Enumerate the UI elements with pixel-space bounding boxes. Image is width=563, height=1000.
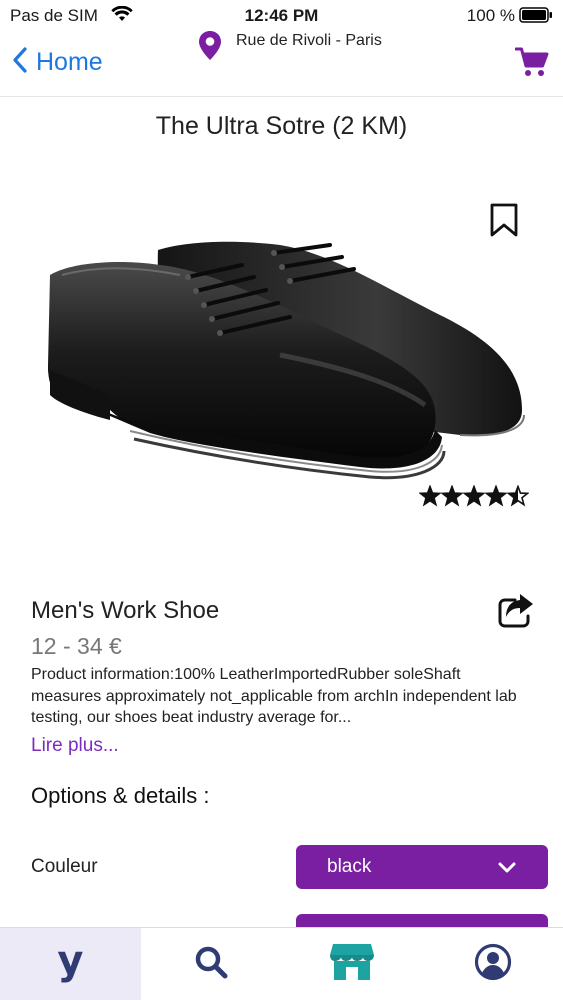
chevron-down-icon bbox=[498, 861, 516, 879]
store-icon bbox=[329, 942, 375, 987]
read-more-link[interactable]: Lire plus... bbox=[31, 735, 119, 757]
star-rating bbox=[419, 485, 529, 507]
battery-percentage: 100 % bbox=[466, 6, 515, 25]
bookmark-icon[interactable] bbox=[489, 203, 519, 242]
cart-icon[interactable] bbox=[514, 46, 549, 83]
back-button-label: Home bbox=[36, 48, 103, 76]
home-logo-icon: y bbox=[57, 938, 84, 984]
star-fill bbox=[442, 486, 462, 505]
tab-bar: y bbox=[0, 927, 563, 1000]
chevron-left-icon bbox=[12, 46, 28, 79]
search-icon bbox=[193, 944, 229, 985]
tab-search[interactable] bbox=[141, 928, 282, 1000]
star-fill bbox=[420, 486, 440, 505]
tab-home[interactable]: y bbox=[0, 928, 141, 1000]
color-label: Couleur bbox=[31, 856, 98, 877]
battery-icon bbox=[519, 7, 553, 28]
color-select-value: black bbox=[327, 856, 372, 877]
product-description: Product information:100% LeatherImported… bbox=[31, 666, 517, 726]
color-select[interactable]: black bbox=[296, 845, 548, 889]
options-title: Options & details : bbox=[31, 783, 210, 808]
location-selector[interactable]: Rue de Rivoli - Paris bbox=[198, 30, 382, 67]
star-fill bbox=[486, 486, 506, 505]
back-button[interactable]: Home bbox=[12, 46, 103, 79]
star-fill bbox=[464, 486, 484, 505]
status-bar: Pas de SIM 12:46 PM 100 % bbox=[0, 0, 563, 30]
tab-stores[interactable] bbox=[282, 928, 423, 1000]
navigation-bar: Home Rue de Rivoli - Paris bbox=[0, 30, 563, 97]
store-title: The Ultra Sotre (2 KM) bbox=[155, 112, 408, 140]
product-image bbox=[30, 205, 530, 505]
product-price: 12 - 34 € bbox=[31, 633, 122, 659]
map-pin-icon bbox=[198, 30, 222, 67]
location-label: Rue de Rivoli - Paris bbox=[236, 32, 382, 49]
share-icon[interactable] bbox=[497, 592, 535, 633]
product-name: Men's Work Shoe bbox=[31, 597, 220, 624]
profile-icon bbox=[474, 943, 512, 986]
tab-profile[interactable] bbox=[422, 928, 563, 1000]
